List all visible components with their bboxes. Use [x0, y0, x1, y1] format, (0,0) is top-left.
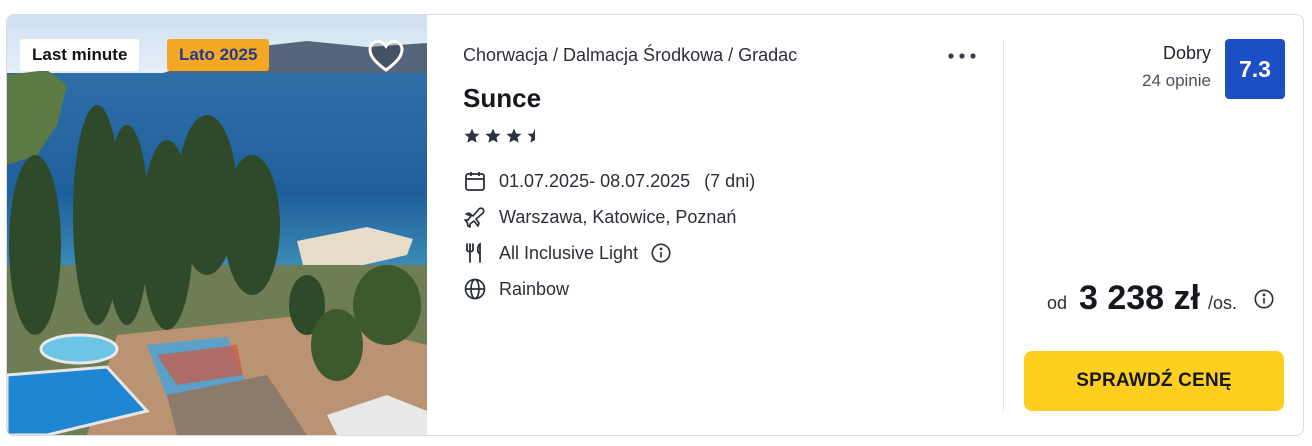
check-price-button[interactable]: SPRAWDŹ CENĘ	[1024, 351, 1284, 411]
half-star-icon	[527, 128, 535, 143]
globe-icon	[464, 278, 486, 300]
star-rating	[463, 127, 544, 145]
heart-icon[interactable]	[367, 37, 405, 75]
operator-row: Rainbow	[463, 276, 569, 302]
rating-label: Dobry	[1162, 43, 1211, 63]
season-badge: Lato 2025	[167, 39, 270, 71]
star-icon	[464, 128, 480, 143]
info-icon[interactable]	[1253, 288, 1275, 310]
offer-card[interactable]: Last minute Lato 2025 Chorwacja / Dalmac…	[6, 14, 1304, 436]
info-icon[interactable]	[650, 242, 672, 264]
rating-score-badge: 7.3	[1225, 39, 1285, 99]
plane-icon	[464, 207, 485, 228]
board-type: All Inclusive Light	[499, 242, 639, 263]
board-row: All Inclusive Light	[463, 240, 672, 266]
hotel-photo[interactable]: Last minute Lato 2025	[7, 15, 427, 435]
price-prefix: od	[1046, 293, 1067, 313]
location-breadcrumb[interactable]: Chorwacja / Dalmacja Środkowa / Gradac	[463, 45, 797, 66]
last-minute-badge: Last minute	[20, 39, 140, 71]
offer-details: Chorwacja / Dalmacja Środkowa / Gradac S…	[463, 15, 993, 435]
trip-dates: 01.07.2025- 08.07.2025	[499, 170, 691, 191]
star-icon	[506, 128, 522, 143]
more-icon[interactable]	[947, 51, 977, 61]
trip-duration: (7 dni)	[704, 170, 756, 191]
tour-operator: Rainbow	[499, 278, 570, 299]
price-suffix: /os.	[1207, 293, 1237, 313]
dates-row: 01.07.2025- 08.07.2025 (7 dni)	[463, 168, 755, 194]
price: od 3 238 zł /os.	[1047, 279, 1275, 318]
calendar-icon	[465, 172, 485, 191]
star-icon	[485, 128, 501, 143]
hotel-name[interactable]: Sunce	[463, 83, 541, 114]
departure-cities: Warszawa, Katowice, Poznań	[499, 206, 737, 227]
price-value: 3 238 zł	[1079, 279, 1200, 317]
review-count[interactable]: 24 opinie	[1142, 71, 1211, 91]
cutlery-icon	[466, 242, 481, 263]
divider	[1003, 39, 1004, 411]
departures-row: Warszawa, Katowice, Poznań	[463, 204, 736, 230]
